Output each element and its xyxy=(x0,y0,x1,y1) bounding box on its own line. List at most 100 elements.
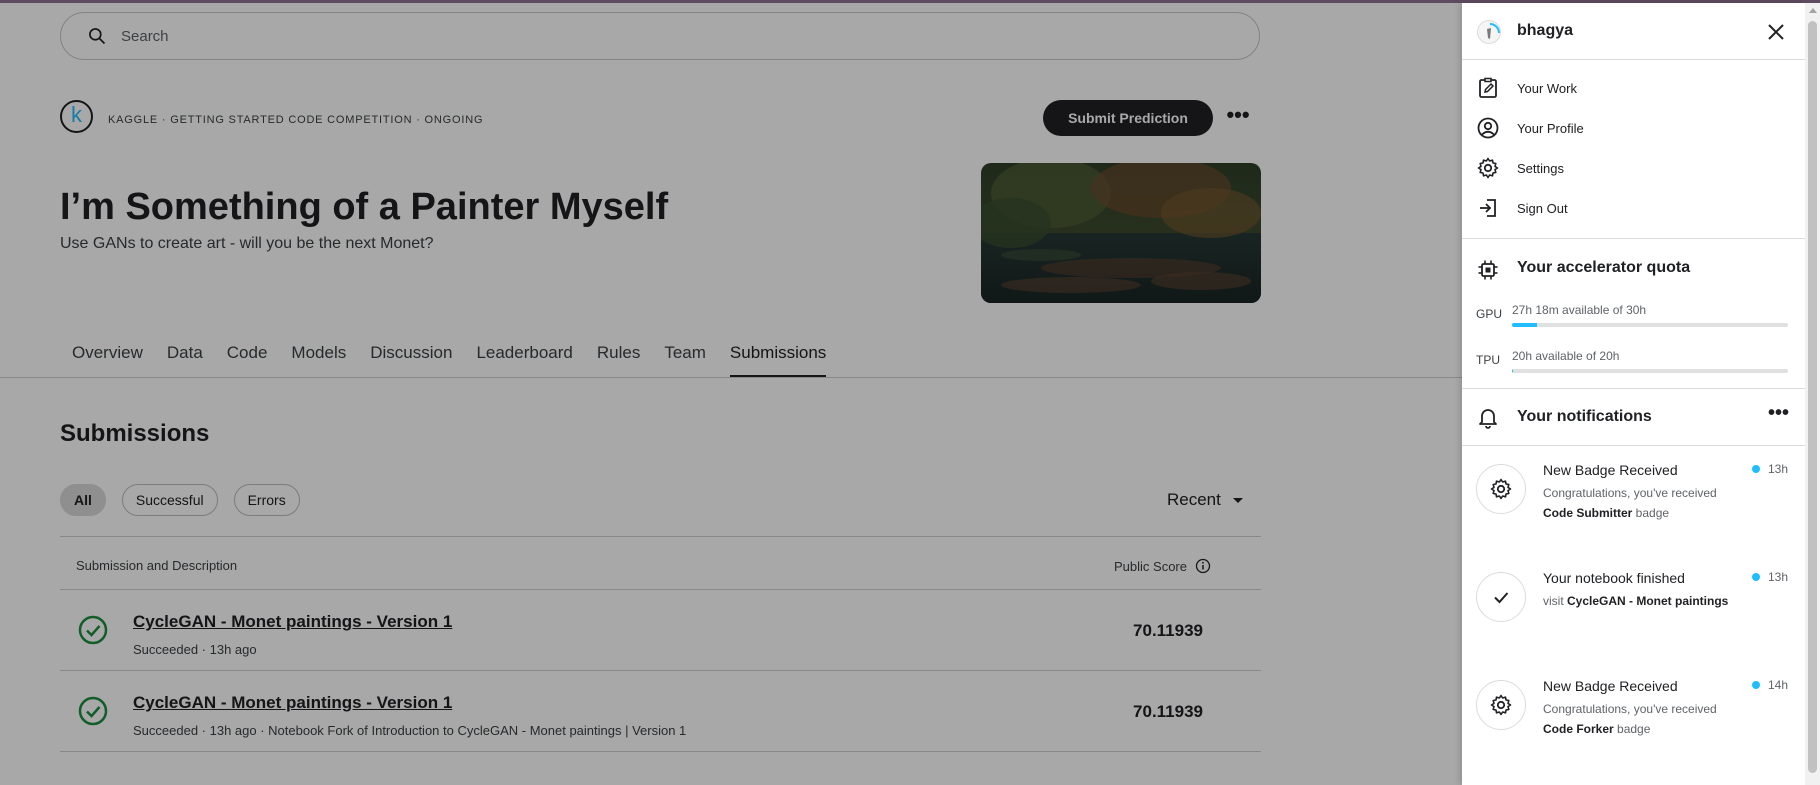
bell-icon xyxy=(1479,409,1497,429)
info-icon[interactable] xyxy=(1195,558,1211,574)
notifications-title: Your notifications xyxy=(1517,408,1652,425)
submission-name-link[interactable]: CycleGAN - Monet paintings - Version 1 xyxy=(133,693,452,713)
unread-dot xyxy=(1751,465,1760,473)
user-menu: Your Work Your Profile Settings Sign Out xyxy=(1462,60,1805,239)
tpu-quota-text: 20h available of 20h xyxy=(1512,349,1620,363)
table-row: CycleGAN - Monet paintings - Version 1 S… xyxy=(60,590,1261,671)
tab-team[interactable]: Team xyxy=(664,343,706,378)
gpu-quota-text: 27h 18m available of 30h xyxy=(1512,303,1647,317)
notification-body: visit CycleGAN - Monet paintings xyxy=(1543,594,1729,608)
gpu-quota-fill xyxy=(1512,323,1537,327)
unread-dot xyxy=(1751,573,1760,581)
unread-dot xyxy=(1751,681,1760,689)
competition-breadcrumb: KAGGLE · GETTING STARTED CODE COMPETITIO… xyxy=(108,114,484,126)
sort-label: Recent xyxy=(1167,490,1221,509)
badge-gear-icon xyxy=(1490,478,1512,500)
sort-dropdown[interactable]: Recent xyxy=(1167,490,1243,510)
panel-header: bhagya xyxy=(1462,3,1805,60)
notification-icon-circle xyxy=(1476,464,1526,514)
filter-successful-chip[interactable]: Successful xyxy=(121,484,218,516)
tab-code[interactable]: Code xyxy=(227,343,268,378)
table-row: CycleGAN - Monet paintings - Version 1 S… xyxy=(60,671,1261,752)
notification-time: 13h xyxy=(1751,570,1788,584)
kaggle-logo[interactable]: k xyxy=(60,100,93,133)
more-options-icon[interactable]: ••• xyxy=(1226,103,1250,131)
table-header: Submission and Description Public Score xyxy=(60,536,1261,590)
tab-overview[interactable]: Overview xyxy=(72,343,143,378)
menu-item-label: Sign Out xyxy=(1517,200,1568,216)
menu-item-label: Your Work xyxy=(1517,80,1577,96)
competition-hero-image xyxy=(981,163,1261,303)
notification-title: New Badge Received xyxy=(1543,462,1678,478)
success-check-icon xyxy=(78,696,108,726)
quota-title: Your accelerator quota xyxy=(1517,259,1691,276)
submission-filters: All Successful Errors xyxy=(60,484,316,516)
menu-item-label: Settings xyxy=(1517,160,1564,176)
search-placeholder: Search xyxy=(121,27,169,45)
menu-item-your-profile[interactable]: Your Profile xyxy=(1462,108,1805,148)
notification-body: Congratulations, you've received Code Fo… xyxy=(1543,702,1717,736)
notification-item[interactable]: Your notebook finished visit CycleGAN - … xyxy=(1462,554,1805,662)
submission-meta: Succeeded · 13h ago · Notebook Fork of I… xyxy=(133,723,687,738)
column-description: Submission and Description xyxy=(76,558,238,573)
panel-scrollbar[interactable] xyxy=(1805,3,1820,785)
scrollbar-thumb[interactable] xyxy=(1808,21,1817,773)
search-bar[interactable]: Search xyxy=(60,12,1260,60)
accelerator-quota: Your accelerator quota GPU 27h 18m avail… xyxy=(1462,239,1805,389)
submissions-table: Submission and Description Public Score … xyxy=(60,536,1261,752)
badge-gear-icon xyxy=(1490,694,1512,716)
tab-data[interactable]: Data xyxy=(167,343,203,378)
tpu-label: TPU xyxy=(1476,353,1500,367)
submission-score: 70.11939 xyxy=(1133,702,1203,721)
notification-item[interactable]: New Badge Received Congratulations, you'… xyxy=(1462,446,1805,554)
filter-all-chip[interactable]: All xyxy=(60,484,106,516)
notification-icon-circle xyxy=(1476,680,1526,730)
tabs-divider xyxy=(0,377,1462,378)
tpu-quota-bar xyxy=(1512,369,1788,373)
menu-item-your-work[interactable]: Your Work xyxy=(1462,68,1805,108)
submission-name-link[interactable]: CycleGAN - Monet paintings - Version 1 xyxy=(133,612,452,632)
username: bhagya xyxy=(1517,22,1574,39)
menu-item-sign-out[interactable]: Sign Out xyxy=(1462,188,1805,228)
page-subtitle: Use GANs to create art - will you be the… xyxy=(60,235,434,252)
competition-page: Search k KAGGLE · GETTING STARTED CODE C… xyxy=(0,3,1462,785)
menu-item-label: Your Profile xyxy=(1517,120,1584,136)
gear-icon xyxy=(1477,157,1499,179)
page-title: I’m Something of a Painter Myself xyxy=(60,186,669,228)
gpu-label: GPU xyxy=(1476,307,1503,321)
success-check-icon xyxy=(78,615,108,645)
profile-icon xyxy=(1477,117,1499,139)
notifications-more-icon[interactable]: ••• xyxy=(1768,402,1789,425)
avatar xyxy=(1477,20,1501,44)
submission-score: 70.11939 xyxy=(1133,621,1203,640)
chip-icon xyxy=(1478,260,1498,280)
gpu-quota-bar xyxy=(1512,323,1788,327)
user-side-panel: bhagya Your Work Your Profile Settings S… xyxy=(1462,3,1805,785)
check-icon xyxy=(1494,592,1509,604)
tab-submissions[interactable]: Submissions xyxy=(729,343,827,378)
tab-leaderboard[interactable]: Leaderboard xyxy=(476,343,572,378)
notification-item[interactable]: New Badge Received Congratulations, you'… xyxy=(1462,662,1805,770)
tab-models[interactable]: Models xyxy=(291,343,346,378)
close-icon[interactable] xyxy=(1764,20,1788,44)
submit-prediction-button[interactable]: Submit Prediction xyxy=(1043,100,1213,136)
menu-item-settings[interactable]: Settings xyxy=(1462,148,1805,188)
clipboard-edit-icon xyxy=(1479,77,1497,98)
tab-rules[interactable]: Rules xyxy=(597,343,640,378)
column-public-score: Public Score xyxy=(1114,558,1211,574)
notification-body: Congratulations, you've received Code Su… xyxy=(1543,486,1717,520)
caret-down-icon xyxy=(1232,497,1243,503)
kaggle-logo-letter: k xyxy=(71,102,82,127)
submission-meta: Succeeded · 13h ago xyxy=(133,642,257,657)
notification-icon-circle xyxy=(1476,572,1526,622)
filter-errors-chip[interactable]: Errors xyxy=(233,484,300,516)
notification-title: Your notebook finished xyxy=(1543,570,1685,586)
notification-time: 13h xyxy=(1751,462,1788,476)
tab-discussion[interactable]: Discussion xyxy=(370,343,452,378)
scroll-up-arrow-icon[interactable] xyxy=(1809,8,1817,13)
submissions-heading: Submissions xyxy=(60,420,210,447)
notification-title: New Badge Received xyxy=(1543,678,1678,694)
competition-tabs: Overview Data Code Models Discussion Lea… xyxy=(60,343,838,378)
column-public-score-label: Public Score xyxy=(1114,558,1187,574)
search-icon xyxy=(89,28,106,45)
